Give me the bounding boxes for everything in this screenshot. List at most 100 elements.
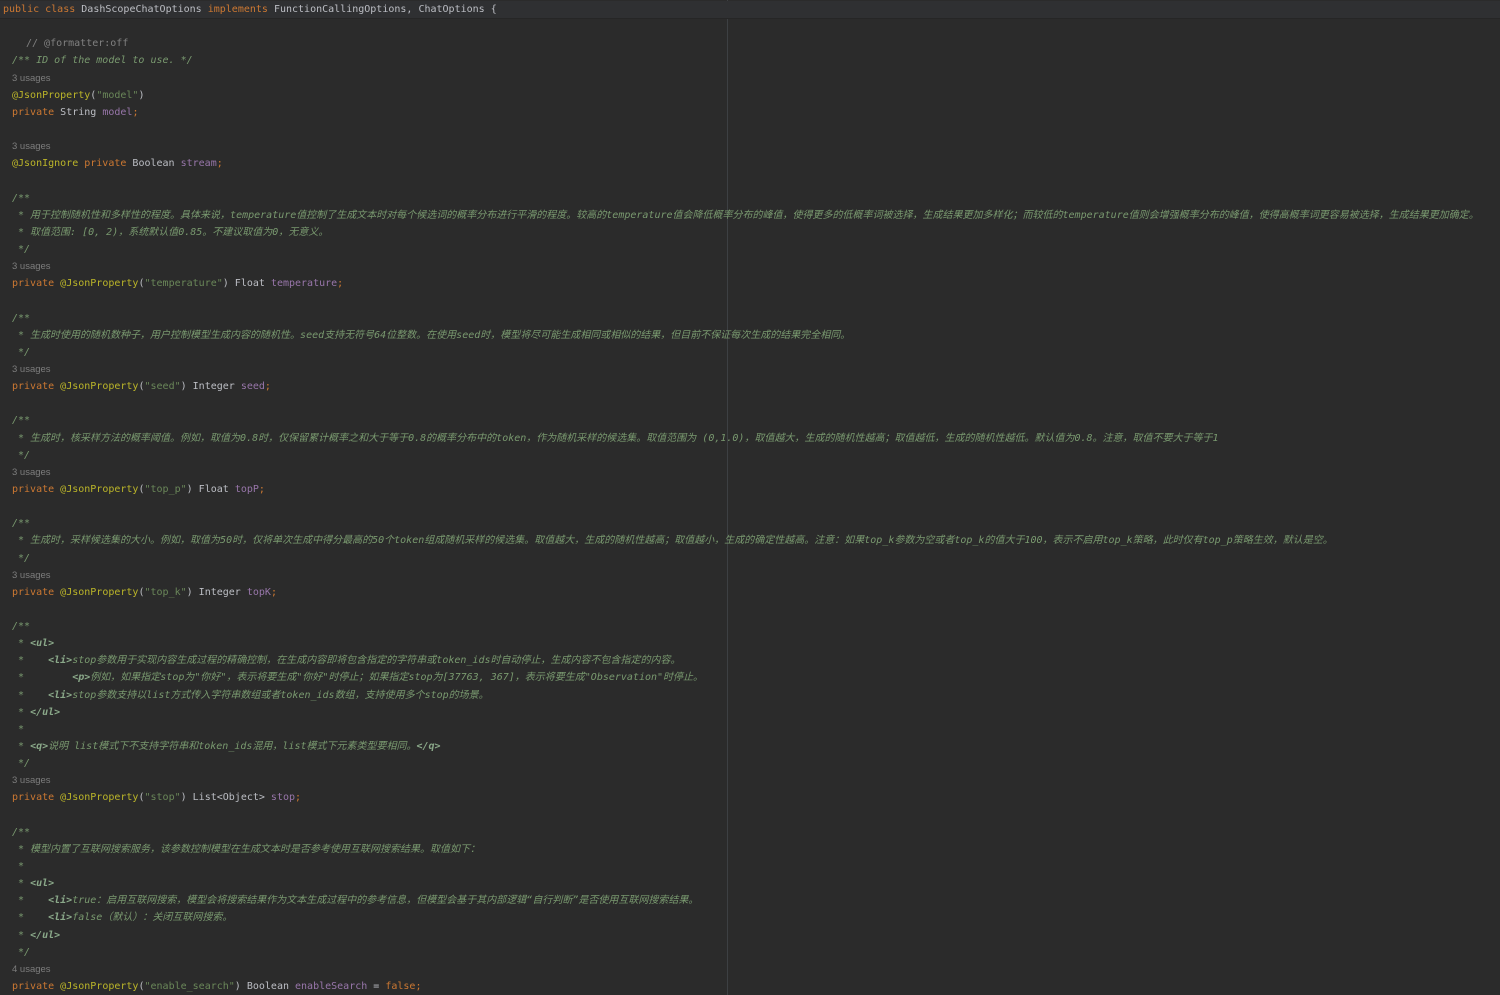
code-token: <ul> [30,638,54,649]
code-token: <li> [48,912,72,923]
code-token: private [12,792,60,803]
code-token: "top_k" [144,587,186,598]
code-line: /** [0,515,1500,532]
code-line: private String model; [0,104,1500,121]
code-token: "seed" [144,381,180,392]
code-line [0,292,1500,309]
code-line: * <q>说明 list模式下不支持字符串和token_ids混用，list模式… [0,738,1500,755]
code-line: * [0,721,1500,738]
code-token: stream [181,158,217,169]
code-token: * [12,707,30,718]
usages-inlay-line: 3 usages [0,361,1500,378]
code-token: @JsonProperty [60,484,138,495]
code-token: * 用于控制随机性和多样性的程度。具体来说，temperature值控制了生成文… [12,210,1479,221]
code-token: */ [12,347,30,358]
code-token: ; [217,158,223,169]
code-token: ) Integer [187,587,247,598]
code-token: "temperature" [144,278,222,289]
code-line: */ [0,755,1500,772]
code-token: "enable_search" [144,981,234,992]
usages-inlay[interactable]: 3 usages [12,73,51,84]
code-line [0,395,1500,412]
code-token: = [367,981,385,992]
code-line: private @JsonProperty("enable_search") B… [0,978,1500,995]
code-line: /** [0,190,1500,207]
code-line: * 生成时，核采样方法的概率阈值。例如，取值为0.8时，仅保留累计概率之和大于等… [0,430,1500,447]
code-line: * </ul> [0,704,1500,721]
code-token: @JsonProperty [60,278,138,289]
code-token: ) Float [187,484,235,495]
code-token: private [84,158,132,169]
code-token: * [12,912,48,923]
code-token: * 生成时，核采样方法的概率阈值。例如，取值为0.8时，仅保留累计概率之和大于等… [12,433,1219,444]
usages-inlay-line: 3 usages [0,138,1500,155]
code-line [0,121,1500,138]
code-token: <p> [72,672,90,683]
code-token: /** [12,518,30,529]
code-line: private @JsonProperty("stop") List<Objec… [0,789,1500,806]
code-editor[interactable]: public class DashScopeChatOptions implem… [0,0,1500,995]
code-area[interactable]: public class DashScopeChatOptions implem… [0,0,1500,995]
code-token: ) [138,90,144,101]
usages-inlay-line: 3 usages [0,258,1500,275]
code-token: model [102,107,132,118]
code-token: <li> [48,690,72,701]
code-token: @JsonProperty [60,792,138,803]
code-token: <ul> [30,878,54,889]
code-token: true：启用互联网搜索，模型会将搜索结果作为文本生成过程中的参考信息，但模型会… [72,895,698,906]
code-token: implements [208,4,274,15]
code-line: */ [0,944,1500,961]
code-token: stop参数用于实现内容生成过程的精确控制，在生成内容即将包含指定的字符串或to… [72,655,680,666]
code-line: @JsonIgnore private Boolean stream; [0,155,1500,172]
code-line: /** ID of the model to use. */ [0,52,1500,69]
code-line: * <ul> [0,875,1500,892]
code-line: */ [0,241,1500,258]
code-token: * [12,638,30,649]
usages-inlay[interactable]: 3 usages [12,364,51,375]
code-token: * 生成时使用的随机数种子，用户控制模型生成内容的随机性。seed支持无符号64… [12,330,850,341]
code-token: private [12,381,60,392]
code-line: */ [0,344,1500,361]
code-token: @JsonIgnore [12,158,84,169]
usages-inlay[interactable]: 3 usages [12,775,51,786]
code-token: * 取值范围: [0, 2)，系统默认值0.85。不建议取值为0，无意义。 [12,227,328,238]
code-token: enableSearch [295,981,367,992]
code-token: * [12,878,30,889]
code-line: * <li>stop参数用于实现内容生成过程的精确控制，在生成内容即将包含指定的… [0,652,1500,669]
code-token: /** [12,313,30,324]
code-line: * [0,858,1500,875]
code-token: /** [12,193,30,204]
code-line [0,601,1500,618]
code-line: private @JsonProperty("top_p") Float top… [0,481,1500,498]
usages-inlay-line: 3 usages [0,464,1500,481]
code-token: DashScopeChatOptions [81,4,207,15]
code-token: topP [235,484,259,495]
code-token: private [12,278,60,289]
code-line: private @JsonProperty("temperature") Flo… [0,275,1500,292]
code-token: ) Integer [181,381,241,392]
usages-inlay[interactable]: 3 usages [12,141,51,152]
code-token: @JsonProperty [60,381,138,392]
code-token: ; [132,107,138,118]
usages-inlay-line: 3 usages [0,772,1500,789]
code-line: */ [0,447,1500,464]
code-token: topK [247,587,271,598]
code-line: */ [0,550,1500,567]
code-token: Boolean [132,158,180,169]
code-line: public class DashScopeChatOptions implem… [0,1,1500,18]
usages-inlay[interactable]: 4 usages [12,964,51,975]
usages-inlay[interactable]: 3 usages [12,570,51,581]
code-token: <li> [48,655,72,666]
code-token: // @formatter:off [26,38,128,49]
code-line: * <li>stop参数支持以list方式传入字符串数组或者token_ids数… [0,687,1500,704]
code-token: * 模型内置了互联网搜索服务，该参数控制模型在生成文本时是否参考使用互联网搜索结… [12,844,480,855]
code-token: </q> [417,741,441,752]
code-line [0,18,1500,35]
code-token: private [12,587,60,598]
usages-inlay[interactable]: 3 usages [12,467,51,478]
code-token: ; [259,484,265,495]
code-token: ; [265,381,271,392]
code-token: * [12,724,24,735]
usages-inlay[interactable]: 3 usages [12,261,51,272]
code-token: ) Float [223,278,271,289]
